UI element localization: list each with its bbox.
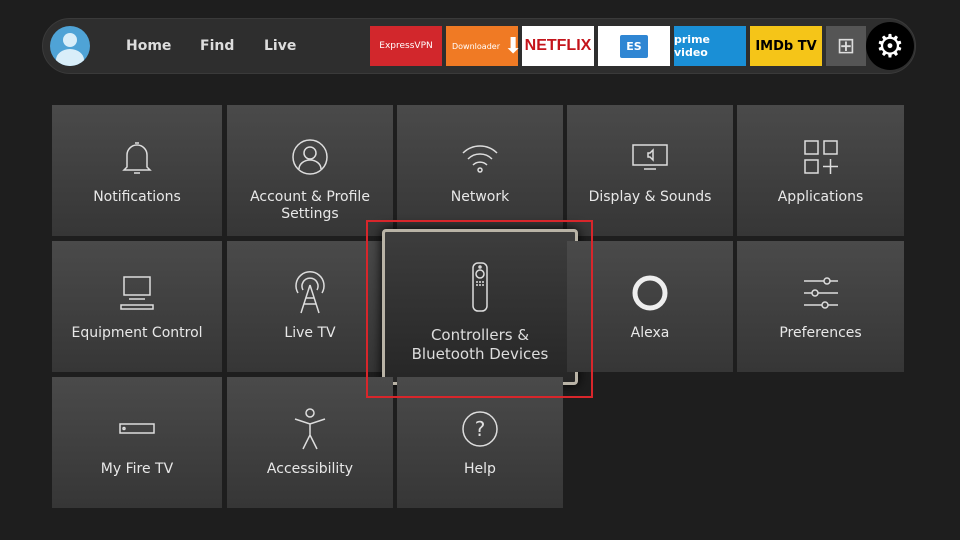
tile-label: Equipment Control	[71, 325, 203, 341]
profile-avatar[interactable]	[50, 26, 90, 66]
es-folder-icon: ES	[620, 34, 648, 58]
app-imdb-tv[interactable]: IMDb TV	[750, 26, 822, 66]
highlight-box	[366, 220, 593, 398]
tile-my-fire-tv[interactable]: My Fire TV	[52, 377, 222, 508]
tile-label: Preferences	[779, 325, 862, 341]
app-prime-video[interactable]: prime video	[674, 26, 746, 66]
antenna-icon	[290, 269, 330, 317]
tile-preferences[interactable]: Preferences	[737, 241, 904, 372]
tile-label: Alexa	[630, 325, 670, 341]
alexa-ring-icon	[630, 269, 670, 317]
app-es-file-explorer[interactable]: ES	[598, 26, 670, 66]
tv-speaker-icon	[630, 133, 670, 181]
apps-icon	[801, 133, 841, 181]
tile-label: Applications	[777, 189, 864, 205]
app-downloader-label: Downloader	[452, 41, 500, 51]
sliders-icon	[801, 269, 841, 317]
tile-label: Account & Profile Settings	[250, 189, 370, 222]
app-grid-plus-icon[interactable]: ⊞	[826, 26, 866, 66]
tile-notifications[interactable]: Notifications	[52, 105, 222, 236]
tile-label: Accessibility	[266, 461, 354, 477]
tile-equipment-control[interactable]: Equipment Control	[52, 241, 222, 372]
tile-display-sounds[interactable]: Display & Sounds	[567, 105, 733, 236]
monitor-icon	[117, 269, 157, 317]
question-icon: ?	[460, 405, 500, 453]
nav-home[interactable]: Home	[126, 38, 171, 54]
tile-label: My Fire TV	[100, 461, 174, 477]
app-netflix[interactable]: NETFLIX	[522, 26, 594, 66]
user-icon	[290, 133, 330, 181]
app-expressvpn[interactable]: ExpressVPN	[370, 26, 442, 66]
tile-label: Help	[464, 461, 496, 477]
fire-tv-stick-icon	[117, 405, 157, 453]
tile-account-profile-settings[interactable]: Account & Profile Settings	[227, 105, 393, 236]
svg-text:?: ?	[475, 417, 486, 441]
tile-network[interactable]: Network	[397, 105, 563, 236]
wifi-icon	[460, 133, 500, 181]
app-downloader[interactable]: Downloader ⬇	[446, 26, 522, 66]
accessibility-icon	[290, 405, 330, 453]
tile-applications[interactable]: Applications	[737, 105, 904, 236]
tile-label: Display & Sounds	[588, 189, 712, 205]
gear-icon[interactable]: ⚙	[866, 22, 914, 70]
nav-find[interactable]: Find	[200, 38, 234, 54]
nav-live[interactable]: Live	[264, 38, 296, 54]
tile-label: Notifications	[93, 189, 181, 205]
tile-label: Network	[450, 189, 510, 205]
bell-icon	[119, 133, 155, 181]
download-arrow-icon: ⬇	[503, 33, 523, 59]
tile-label: Live TV	[284, 325, 336, 341]
